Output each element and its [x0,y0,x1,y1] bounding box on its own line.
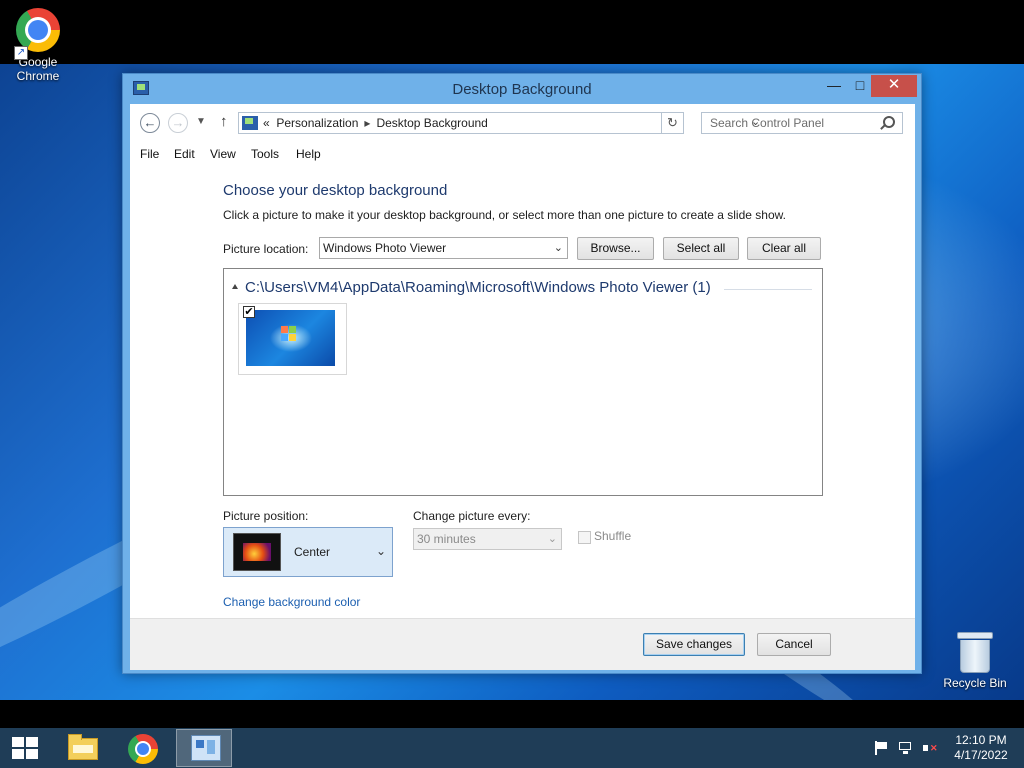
breadcrumb-separator-icon[interactable]: ▸ [364,116,370,130]
desktop-background-window: Desktop Background — □ ✕ ← → ▼ ↑ « Perso… [122,73,922,674]
desktop-icon-label: Recycle Bin [943,676,1007,690]
shuffle-label[interactable]: Shuffle [594,529,631,543]
search-input[interactable]: Search Control Panel [701,112,903,134]
desktop-icon-label: Google [18,55,58,69]
breadcrumb: « Personalization ▸ Desktop Background [263,116,488,130]
window-client: ← → ▼ ↑ « Personalization ▸ Desktop Backgr… [130,104,915,670]
picture-location-select[interactable]: Windows Photo Viewer ⌄ [319,237,568,259]
recycle-bin-icon [957,632,993,673]
chevron-down-icon: ⌄ [547,533,557,545]
taskbar-control-panel[interactable] [176,729,232,767]
volume-muted-icon[interactable] [923,741,938,755]
control-panel-icon [191,735,221,761]
dialog-footer: Save changes Cancel [130,618,915,670]
picture-thumbnail[interactable]: ✔ [238,303,347,375]
main-content: Choose your desktop background Click a p… [130,166,915,618]
cancel-button[interactable]: Cancel [757,633,831,656]
refresh-button[interactable]: ↻ [662,112,684,134]
search-placeholder: Search Control Panel [710,116,825,130]
address-bar[interactable]: « Personalization ▸ Desktop Background ⌄ [238,112,760,134]
title-bar[interactable]: Desktop Background — □ ✕ [123,74,921,104]
taskbar-file-explorer[interactable] [52,729,108,767]
picture-location-label: Picture location: [223,242,309,256]
wallpaper-thumbnail-image [246,310,335,366]
menu-bar: File Edit View Tools Help [130,144,915,166]
group-divider [724,289,812,290]
chrome-icon [128,734,158,764]
recent-locations-dropdown[interactable]: ▼ [196,116,206,127]
minimize-button[interactable]: — [821,75,847,97]
menu-edit[interactable]: Edit [174,147,195,161]
select-all-button[interactable]: Select all [663,237,739,260]
menu-file[interactable]: File [140,147,159,161]
position-preview-icon [233,533,281,571]
change-picture-every-select[interactable]: 30 minutes ⌄ [413,528,562,550]
menu-view[interactable]: View [210,147,236,161]
back-button[interactable]: ← [140,113,160,133]
change-picture-every-label: Change picture every: [413,509,531,523]
taskbar-clock[interactable]: 12:10 PM 4/17/2022 [950,733,1012,763]
picture-gallery: C:\Users\VM4\AppData\Roaming\Microsoft\W… [223,268,823,496]
windows-logo-icon [12,737,24,747]
start-button[interactable] [12,737,38,759]
navigation-bar: ← → ▼ ↑ « Personalization ▸ Desktop Backgr… [130,104,915,144]
taskbar: 12:10 PM 4/17/2022 [0,728,1024,768]
control-panel-icon [242,116,258,130]
window-title: Desktop Background [452,81,592,98]
change-background-color-link[interactable]: Change background color [223,595,360,609]
change-picture-every-value: 30 minutes [417,532,476,546]
close-button[interactable]: ✕ [871,75,917,97]
menu-tools[interactable]: Tools [251,147,279,161]
desktop-top-band [0,0,1024,64]
save-changes-button[interactable]: Save changes [643,633,745,656]
forward-button[interactable]: → [168,113,188,133]
network-icon[interactable] [899,741,913,755]
chevron-down-icon: ⌄ [375,544,386,558]
taskbar-chrome[interactable] [114,729,170,767]
picture-position-select[interactable]: Center ⌄ [223,527,393,577]
folder-icon [68,734,98,760]
gallery-group-header[interactable]: C:\Users\VM4\AppData\Roaming\Microsoft\W… [245,279,711,296]
desktop-icon-google-chrome[interactable]: ↗ Google Chrome [0,8,76,83]
chevron-down-icon: ⌄ [553,242,563,254]
menu-help[interactable]: Help [296,147,321,161]
desktop-icon-label: Chrome [16,69,60,83]
picture-position-value: Center [294,545,331,559]
shuffle-checkbox[interactable] [578,531,591,544]
picture-location-value: Windows Photo Viewer [323,241,447,255]
up-button[interactable]: ↑ [220,113,228,130]
shortcut-arrow-icon: ↗ [14,46,28,60]
collapse-group-icon[interactable] [232,284,238,289]
windows-logo-icon [281,326,297,342]
breadcrumb-desktop-background[interactable]: Desktop Background [376,116,487,130]
clear-all-button[interactable]: Clear all [747,237,821,260]
breadcrumb-overflow[interactable]: « [263,116,270,130]
page-title: Choose your desktop background [223,182,448,199]
maximize-button[interactable]: □ [847,75,873,97]
clock-date: 4/17/2022 [954,748,1008,762]
picture-checkbox[interactable]: ✔ [243,306,255,318]
action-center-flag-icon[interactable] [874,741,888,755]
picture-position-label: Picture position: [223,509,309,523]
desktop-icon-recycle-bin[interactable]: Recycle Bin [937,632,1013,690]
search-icon[interactable] [883,116,895,128]
browse-button[interactable]: Browse... [577,237,654,260]
clock-time: 12:10 PM [955,733,1007,747]
page-description: Click a picture to make it your desktop … [223,208,786,222]
breadcrumb-personalization[interactable]: Personalization [276,116,358,130]
